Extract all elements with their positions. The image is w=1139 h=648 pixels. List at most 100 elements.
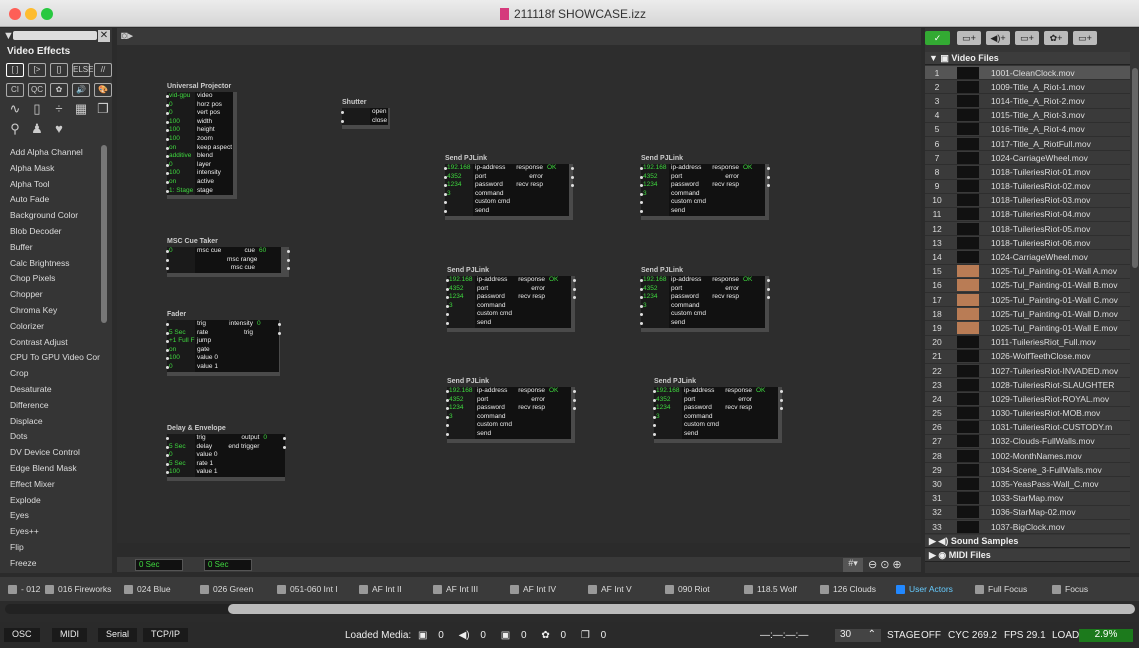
effect-list-item[interactable]: Eyes++ bbox=[10, 526, 100, 542]
input-port[interactable] bbox=[640, 210, 643, 213]
input-value[interactable]: 4352 bbox=[641, 284, 669, 294]
input-port[interactable] bbox=[446, 415, 449, 419]
fader-actor[interactable]: Fader trig intensity 0 5 Sec rate trig +1 Full … bbox=[166, 311, 281, 376]
effect-category-icon[interactable]: 🎨 bbox=[94, 83, 112, 97]
input-value[interactable] bbox=[641, 206, 669, 216]
scene-checkbox[interactable] bbox=[510, 584, 519, 594]
scene-tab[interactable]: 090 Riot bbox=[665, 582, 710, 596]
input-port[interactable] bbox=[166, 348, 169, 352]
input-port[interactable] bbox=[653, 415, 656, 419]
network-icon[interactable]: ⚲ bbox=[6, 122, 24, 137]
output-port[interactable] bbox=[573, 390, 576, 393]
scene-checkbox[interactable] bbox=[359, 584, 368, 594]
input-value[interactable]: 5 Sec bbox=[167, 442, 195, 452]
media-list-item[interactable]: 14 1024-CarriageWheel.mov bbox=[925, 250, 1130, 265]
input-value[interactable]: 100 bbox=[167, 126, 195, 135]
clear-search-button[interactable]: ✕ bbox=[98, 30, 110, 42]
input-port[interactable] bbox=[446, 322, 449, 325]
input-value[interactable]: 100 bbox=[167, 169, 195, 178]
input-value[interactable]: 3 bbox=[447, 412, 475, 422]
input-port[interactable] bbox=[166, 120, 169, 124]
input-port[interactable] bbox=[166, 437, 169, 440]
input-port[interactable] bbox=[444, 192, 447, 196]
scene-tab[interactable]: 118.5 Wolf bbox=[744, 582, 797, 596]
send-pjlink-actor[interactable]: Send PJLink 192.168 ip-address response OK 43… bbox=[446, 267, 576, 332]
input-value[interactable]: 100 bbox=[167, 468, 195, 477]
input-value[interactable]: 1234 bbox=[654, 404, 682, 413]
input-value[interactable] bbox=[167, 434, 195, 443]
effect-list-item[interactable]: CPU To GPU Video Cor bbox=[10, 352, 100, 368]
input-value[interactable] bbox=[447, 310, 475, 319]
input-port[interactable] bbox=[446, 390, 449, 393]
comm-tab[interactable]: MIDI bbox=[52, 628, 87, 642]
video-files-section[interactable]: ▼ ▣ Video Files bbox=[925, 52, 1130, 65]
output-port[interactable] bbox=[780, 390, 783, 393]
input-port[interactable] bbox=[166, 366, 169, 369]
effect-list-item[interactable]: Blob Decoder bbox=[10, 226, 100, 242]
output-port[interactable] bbox=[287, 250, 290, 253]
scene-checkbox[interactable] bbox=[975, 584, 984, 594]
input-value[interactable] bbox=[447, 318, 475, 328]
media-list-item[interactable]: 23 1028-TuileriesRiot-SLAUGHTER bbox=[925, 378, 1130, 393]
input-value[interactable]: vid-gpu bbox=[167, 92, 195, 101]
input-value[interactable]: 0 bbox=[167, 362, 195, 372]
input-port[interactable] bbox=[653, 390, 656, 393]
delay-envelope-actor[interactable]: Delay & Envelope trig output 0 5 Sec delay end… bbox=[166, 425, 286, 481]
close-window-button[interactable] bbox=[9, 8, 21, 20]
msc-cue-taker-actor[interactable]: MSC Cue Taker 0 msc cue cue 60 msc range msc c… bbox=[166, 238, 290, 277]
comm-tab[interactable]: OSC bbox=[4, 628, 40, 642]
effect-list-item[interactable]: Desaturate bbox=[10, 384, 100, 400]
input-port[interactable] bbox=[640, 322, 643, 325]
media-list-item[interactable]: 15 1025-Tul_Painting-01-Wall A.mov bbox=[925, 264, 1130, 279]
input-port[interactable] bbox=[446, 287, 449, 291]
media-list-item[interactable]: 1 1001-CleanClock.mov bbox=[925, 66, 1130, 81]
effect-list-item[interactable]: Auto Fade bbox=[10, 194, 100, 210]
effect-list-item[interactable]: Difference bbox=[10, 400, 100, 416]
input-value[interactable] bbox=[447, 429, 475, 439]
scene-checkbox[interactable] bbox=[820, 584, 829, 594]
add-media-icon[interactable]: ◀)+ bbox=[986, 31, 1010, 45]
comm-tab[interactable]: TCP/IP bbox=[143, 628, 189, 642]
input-port[interactable] bbox=[446, 433, 449, 436]
input-value[interactable]: 100 bbox=[167, 354, 195, 363]
copy-icon[interactable]: ❐ bbox=[94, 102, 112, 117]
input-value[interactable]: 3 bbox=[641, 301, 669, 311]
input-value[interactable]: 4352 bbox=[447, 395, 475, 405]
time-field-1[interactable]: 0 Sec bbox=[135, 559, 183, 571]
input-value[interactable] bbox=[654, 429, 682, 439]
output-port[interactable] bbox=[767, 279, 770, 282]
fps-select[interactable]: 30 ⌃ bbox=[835, 629, 881, 642]
input-value[interactable]: 1: Stage bbox=[167, 186, 195, 196]
add-media-icon[interactable]: ▭+ bbox=[1015, 31, 1039, 45]
input-value[interactable]: 3 bbox=[654, 412, 682, 422]
media-list-item[interactable]: 33 1037-BigClock.mov bbox=[925, 520, 1130, 535]
effect-category-icon[interactable]: ELSE bbox=[72, 63, 93, 77]
input-value[interactable] bbox=[167, 255, 195, 265]
universal-projector-actor[interactable]: Universal Projector vid-gpu video 0 horz pos… bbox=[166, 83, 237, 200]
time-field-2[interactable]: 0 Sec bbox=[204, 559, 252, 571]
input-port[interactable] bbox=[166, 163, 169, 167]
input-port[interactable] bbox=[640, 304, 643, 308]
input-value[interactable]: 192.168 bbox=[447, 387, 475, 396]
output-port[interactable] bbox=[278, 331, 281, 335]
input-port[interactable] bbox=[166, 445, 169, 449]
scene-checkbox[interactable] bbox=[433, 584, 442, 594]
scene-checkbox[interactable] bbox=[277, 584, 286, 594]
output-port[interactable] bbox=[767, 184, 770, 188]
input-port[interactable] bbox=[341, 119, 344, 123]
input-value[interactable]: on bbox=[167, 345, 195, 355]
patch-canvas[interactable]: Universal Projector vid-gpu video 0 horz pos… bbox=[117, 45, 921, 543]
effect-list-item[interactable]: Calc Brightness bbox=[10, 258, 100, 274]
scene-checkbox[interactable] bbox=[1052, 584, 1061, 594]
zoom-icons[interactable]: ⊖⊙⊕ bbox=[868, 558, 905, 571]
media-scrollbar[interactable] bbox=[1132, 68, 1138, 268]
input-value[interactable]: 4352 bbox=[447, 284, 475, 294]
effect-category-icon[interactable]: CI bbox=[6, 83, 24, 97]
media-list-item[interactable]: 8 1018-TuileriesRiot-01.mov bbox=[925, 165, 1130, 180]
media-list-item[interactable]: 16 1025-Tul_Painting-01-Wall B.mov bbox=[925, 278, 1130, 293]
input-value[interactable]: 0 bbox=[167, 100, 195, 110]
input-port[interactable] bbox=[640, 192, 643, 196]
media-list-item[interactable]: 4 1015-Title_A_Riot-3.mov bbox=[925, 108, 1130, 123]
input-port[interactable] bbox=[444, 210, 447, 213]
output-port[interactable] bbox=[767, 287, 770, 291]
